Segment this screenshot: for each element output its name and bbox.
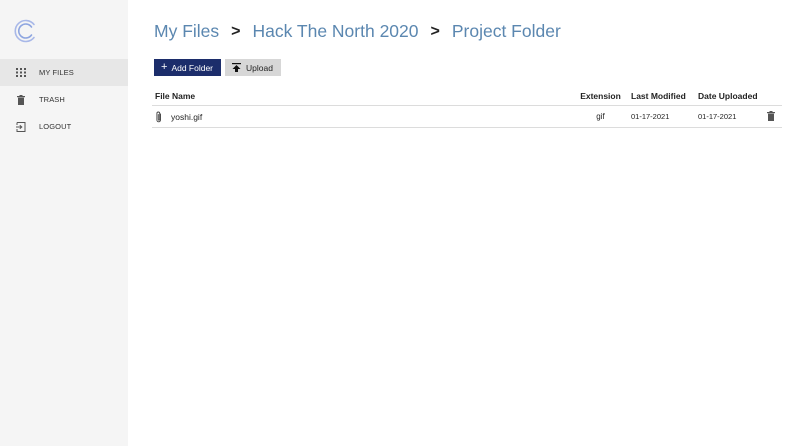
trash-icon [766, 110, 775, 123]
trash-icon [0, 94, 39, 105]
files-table: File Name Extension Last Modified Date U… [152, 86, 782, 128]
file-last-modified: 01-17-2021 [631, 112, 670, 121]
sidebar: MY FILES TRASH LOGOUT [0, 0, 128, 446]
breadcrumb-separator: > [231, 22, 241, 40]
upload-label: Upload [246, 62, 273, 73]
app: MY FILES TRASH LOGOUT My Files > Hack Th… [0, 0, 806, 446]
header-last-modified[interactable]: Last Modified [623, 91, 689, 101]
breadcrumb-project-folder[interactable]: Project Folder [452, 21, 561, 42]
sidebar-nav: MY FILES TRASH LOGOUT [0, 59, 128, 140]
header-file-name[interactable]: File Name [152, 91, 578, 101]
breadcrumb-my-files[interactable]: My Files [154, 21, 219, 42]
add-folder-label: Add Folder [171, 62, 214, 73]
header-extension[interactable]: Extension [578, 91, 623, 101]
breadcrumb-separator: > [430, 22, 440, 40]
logout-icon [0, 121, 39, 132]
sidebar-item-logout[interactable]: LOGOUT [0, 113, 128, 140]
file-name[interactable]: yoshi.gif [171, 112, 202, 122]
file-date-uploaded: 01-17-2021 [698, 112, 737, 121]
logo-icon[interactable] [13, 18, 39, 44]
main-content: My Files > Hack The North 2020 > Project… [128, 0, 806, 446]
table-header: File Name Extension Last Modified Date U… [152, 86, 782, 106]
file-name-cell: yoshi.gif [152, 111, 578, 123]
sidebar-item-label: LOGOUT [39, 122, 72, 131]
table-row[interactable]: yoshi.gif gif 01-17-2021 01-17-2021 [152, 106, 782, 128]
paperclip-icon [155, 111, 163, 123]
toolbar: + Add Folder Upload [154, 59, 281, 76]
file-extension: gif [596, 112, 605, 121]
sidebar-item-label: TRASH [39, 95, 65, 104]
add-folder-button[interactable]: + Add Folder [154, 59, 221, 76]
sidebar-item-label: MY FILES [39, 68, 74, 77]
upload-icon [232, 63, 241, 72]
breadcrumb: My Files > Hack The North 2020 > Project… [154, 21, 561, 42]
breadcrumb-hack-the-north-2020[interactable]: Hack The North 2020 [252, 21, 418, 42]
plus-icon: + [161, 61, 168, 73]
grid-icon [0, 68, 39, 77]
sidebar-item-trash[interactable]: TRASH [0, 86, 128, 113]
delete-file-button[interactable] [759, 110, 782, 123]
sidebar-item-my-files[interactable]: MY FILES [0, 59, 128, 86]
header-date-uploaded[interactable]: Date Uploaded [689, 91, 759, 101]
upload-button[interactable]: Upload [225, 59, 281, 76]
